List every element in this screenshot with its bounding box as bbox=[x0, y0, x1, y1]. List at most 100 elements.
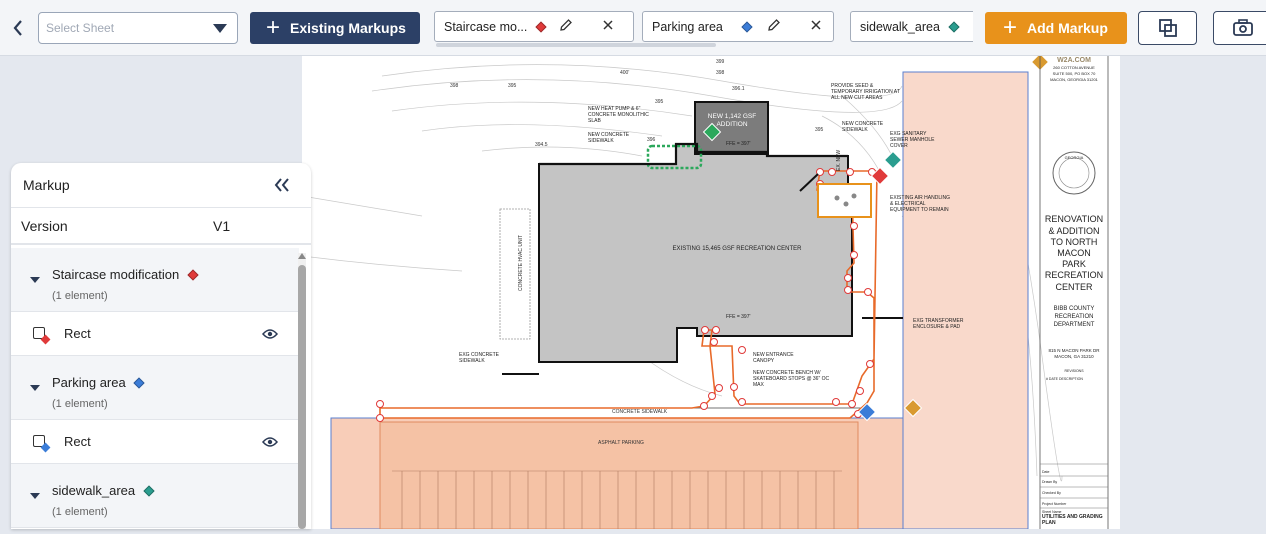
markup-tab-staircase[interactable]: Staircase mo... bbox=[434, 11, 634, 42]
markup-group-count: (1 element) bbox=[52, 398, 108, 410]
svg-text:EQUIPMENT TO REMAIN: EQUIPMENT TO REMAIN bbox=[890, 207, 949, 213]
svg-text:MAX: MAX bbox=[753, 382, 765, 388]
markup-tab-label: Parking area bbox=[652, 19, 723, 34]
markup-group-count: (1 element) bbox=[52, 506, 108, 518]
svg-text:815 N MACON PARK DR: 815 N MACON PARK DR bbox=[1049, 348, 1101, 353]
existing-building-label-1: EXISTING 15,465 GSF RECREATION CENTER bbox=[673, 246, 803, 252]
svg-text:CENTER: CENTER bbox=[1055, 282, 1093, 292]
markup-list: Staircase modification (1 element) Rect … bbox=[11, 248, 299, 528]
svg-text:395: 395 bbox=[508, 83, 517, 89]
concrete-hvac-pad bbox=[499, 208, 531, 340]
svg-text:CANOPY: CANOPY bbox=[753, 358, 775, 364]
svg-text:Checked By: Checked By bbox=[1042, 491, 1061, 495]
markup-group-staircase[interactable]: Staircase modification (1 element) bbox=[11, 248, 299, 312]
eye-visibility-icon[interactable] bbox=[262, 327, 278, 345]
markup-item-label: Rect bbox=[64, 434, 91, 449]
svg-text:PLAN: PLAN bbox=[1042, 520, 1056, 526]
sheet-select-placeholder: Select Sheet bbox=[46, 21, 115, 35]
plus-icon: + bbox=[266, 14, 281, 41]
existing-markups-button[interactable]: + Existing Markups bbox=[250, 12, 420, 44]
svg-text:MACON, GEORGIA 31201: MACON, GEORGIA 31201 bbox=[1050, 77, 1099, 82]
markup-group-name: Parking area bbox=[52, 375, 146, 390]
site-plan-drawing[interactable]: 398 395 400' 399 398 396.1 395 394.5 396… bbox=[301, 52, 1120, 530]
markup-tab-sidewalk[interactable]: sidewalk_area bbox=[850, 11, 973, 42]
expand-caret-icon[interactable] bbox=[30, 277, 40, 283]
svg-text:ALL NEW CUT AREAS: ALL NEW CUT AREAS bbox=[831, 95, 883, 101]
blue-diamond-icon bbox=[741, 20, 753, 33]
camera-icon bbox=[1233, 19, 1253, 36]
collapse-chevrons-icon[interactable] bbox=[273, 173, 291, 199]
pencil-icon[interactable] bbox=[767, 18, 781, 35]
air-handling-equipment bbox=[817, 183, 872, 218]
plan-canvas[interactable]: 398 395 400' 399 398 396.1 395 394.5 396… bbox=[301, 52, 1120, 530]
sheet-select[interactable]: Select Sheet bbox=[38, 12, 238, 44]
scroll-up-arrow-icon[interactable] bbox=[298, 253, 306, 259]
svg-text:MACON, GA 31210: MACON, GA 31210 bbox=[1054, 354, 1094, 359]
svg-text:396: 396 bbox=[647, 137, 656, 143]
camera-button[interactable] bbox=[1213, 11, 1266, 45]
markup-group-count: (1 element) bbox=[52, 290, 108, 302]
concrete-hvac-label: CONCRETE HVAC UNIT bbox=[518, 235, 524, 291]
svg-text:RECREATION: RECREATION bbox=[1045, 270, 1103, 280]
add-markup-button[interactable]: + Add Markup bbox=[985, 12, 1127, 44]
back-chevron-icon[interactable] bbox=[6, 14, 30, 42]
svg-text:399: 399 bbox=[716, 59, 725, 65]
svg-text:SLAB: SLAB bbox=[588, 118, 601, 124]
svg-text:395: 395 bbox=[655, 99, 664, 105]
markup-panel-title: Markup bbox=[23, 177, 70, 193]
red-diamond-icon bbox=[187, 269, 199, 281]
concrete-sidewalk-label: CONCRETE SIDEWALK bbox=[612, 409, 668, 415]
svg-text:EX. NEW: EX. NEW bbox=[836, 150, 842, 171]
version-label: Version bbox=[21, 217, 68, 234]
svg-text:RENOVATION: RENOVATION bbox=[1045, 214, 1103, 224]
red-diamond-icon bbox=[535, 20, 548, 33]
rect-shape-icon bbox=[33, 435, 51, 453]
markup-group-parking[interactable]: Parking area (1 element) bbox=[11, 356, 299, 420]
tabs-scrollbar[interactable] bbox=[436, 43, 716, 47]
svg-text:398: 398 bbox=[450, 83, 459, 89]
svg-text:SUITE 500, PO BOX 70: SUITE 500, PO BOX 70 bbox=[1053, 71, 1096, 76]
rect-shape-icon bbox=[33, 327, 51, 345]
svg-text:395: 395 bbox=[815, 127, 824, 133]
existing-markups-label: Existing Markups bbox=[290, 20, 406, 36]
version-value: V1 bbox=[213, 217, 231, 234]
eye-visibility-icon[interactable] bbox=[262, 435, 278, 453]
compare-layers-button[interactable] bbox=[1138, 11, 1197, 45]
teal-diamond-marker[interactable] bbox=[883, 150, 903, 170]
expand-caret-icon[interactable] bbox=[30, 385, 40, 391]
svg-text:DEPARTMENT: DEPARTMENT bbox=[1054, 322, 1095, 328]
titleblock: W2A.COM 260 COTTON AVENUE SUITE 500, PO … bbox=[1040, 57, 1108, 526]
svg-text:SIDEWALK: SIDEWALK bbox=[588, 138, 614, 144]
svg-text:400': 400' bbox=[620, 70, 629, 76]
svg-text:396.1: 396.1 bbox=[732, 86, 745, 92]
markup-panel-header: Markup bbox=[11, 163, 311, 208]
markup-item-rect[interactable]: Rect bbox=[11, 420, 299, 464]
markup-tab-label: Staircase mo... bbox=[444, 19, 528, 34]
svg-text:398: 398 bbox=[716, 70, 725, 76]
markup-panel: Markup Version V1 Staircase modification… bbox=[11, 163, 311, 529]
svg-text:BIBB COUNTY: BIBB COUNTY bbox=[1054, 306, 1095, 312]
markup-group-sidewalk[interactable]: sidewalk_area (1 element) bbox=[11, 464, 299, 528]
svg-text:W2A.COM: W2A.COM bbox=[1057, 57, 1091, 64]
svg-text:& ADDITION: & ADDITION bbox=[1048, 226, 1099, 236]
markup-tab-label: sidewalk_area bbox=[860, 19, 940, 34]
markup-item-rect[interactable]: Rect bbox=[11, 312, 299, 356]
teal-diamond-icon bbox=[143, 485, 155, 497]
svg-text:REVISIONS: REVISIONS bbox=[1064, 369, 1084, 373]
svg-text:FFE = 397': FFE = 397' bbox=[726, 314, 750, 320]
markup-item-label: Rect bbox=[64, 326, 91, 341]
close-icon[interactable] bbox=[602, 18, 614, 34]
expand-caret-icon[interactable] bbox=[30, 493, 40, 499]
svg-text:Drawn By: Drawn By bbox=[1042, 480, 1057, 484]
svg-text:# DATE DESCRIPTION: # DATE DESCRIPTION bbox=[1046, 377, 1083, 381]
scrollbar-thumb[interactable] bbox=[298, 265, 306, 529]
svg-text:PARK: PARK bbox=[1062, 259, 1086, 269]
markup-tab-parking[interactable]: Parking area bbox=[642, 11, 834, 42]
close-icon[interactable] bbox=[810, 18, 822, 34]
markup-list-scrollbar[interactable] bbox=[298, 253, 306, 529]
teal-diamond-icon bbox=[948, 20, 960, 33]
svg-text:RECREATION: RECREATION bbox=[1055, 314, 1094, 320]
svg-text:SIDEWALK: SIDEWALK bbox=[842, 127, 868, 133]
plus-icon: + bbox=[1003, 14, 1018, 41]
pencil-icon[interactable] bbox=[559, 18, 573, 35]
